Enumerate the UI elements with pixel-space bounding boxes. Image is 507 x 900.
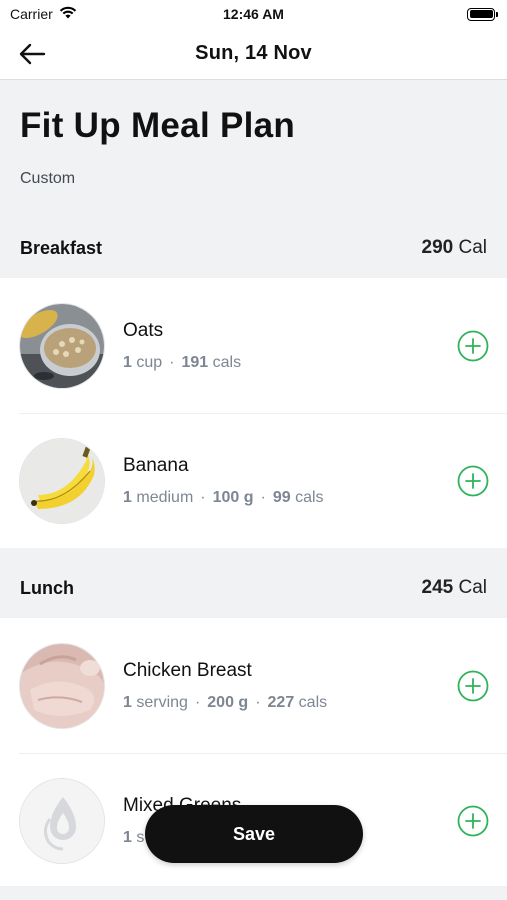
food-meta: 1 cup · 191 cals bbox=[123, 353, 242, 371]
food-qty: 1 bbox=[123, 353, 132, 371]
food-cals: 99 bbox=[272, 488, 291, 506]
section-title: Lunch bbox=[20, 577, 74, 598]
food-info: Banana 1 medium · 100 g · 99 cals bbox=[123, 455, 324, 507]
back-button[interactable] bbox=[16, 38, 48, 70]
food-info: Chicken Breast 1 serving · 200 g · 227 cals bbox=[123, 660, 327, 712]
food-cals: 191 bbox=[181, 353, 209, 371]
save-button[interactable]: Save bbox=[145, 805, 363, 863]
food-cals: 227 bbox=[267, 693, 295, 711]
section-header-lunch: Lunch 245 Cal bbox=[0, 558, 507, 618]
battery-icon bbox=[467, 7, 498, 21]
food-unit: medium bbox=[136, 488, 194, 506]
food-unit: s bbox=[136, 828, 145, 846]
food-cals-unit: cals bbox=[298, 693, 328, 711]
section-header-breakfast: Breakfast 290 Cal bbox=[0, 218, 507, 278]
plan-title: Fit Up Meal Plan bbox=[20, 106, 296, 145]
food-qty: 1 bbox=[123, 488, 132, 506]
food-info: Oats 1 cup · 191 cals bbox=[123, 320, 241, 372]
add-mixed-greens-button[interactable] bbox=[457, 805, 489, 837]
wifi-icon bbox=[59, 6, 77, 22]
food-qty: 1 bbox=[123, 828, 132, 846]
plan-header: Fit Up Meal Plan Custom bbox=[0, 80, 507, 220]
food-name: Oats bbox=[123, 319, 164, 341]
add-chicken-breast-button[interactable] bbox=[457, 670, 489, 702]
food-weight: 100 g bbox=[212, 488, 254, 506]
carrier-label: Carrier bbox=[10, 6, 53, 22]
food-unit: cup bbox=[136, 353, 163, 371]
chicken-image bbox=[19, 642, 105, 729]
add-oats-button[interactable] bbox=[457, 330, 489, 362]
food-meta: 1 medium · 100 g · 99 cals bbox=[123, 488, 324, 506]
plan-subtitle: Custom bbox=[20, 170, 76, 187]
food-qty: 1 bbox=[123, 693, 132, 711]
section-calories: 245 Cal bbox=[422, 577, 488, 599]
section-title: Breakfast bbox=[20, 237, 103, 258]
oats-image bbox=[19, 302, 105, 389]
status-bar: Carrier 12:46 AM bbox=[0, 0, 507, 28]
food-name: Banana bbox=[123, 454, 189, 476]
nav-bar: Sun, 14 Nov bbox=[0, 28, 507, 80]
section-calories: 290 Cal bbox=[422, 237, 488, 259]
section-cal-value: 245 bbox=[421, 577, 454, 598]
food-cals-unit: cals bbox=[212, 353, 242, 371]
food-meta: 1 serving · 200 g · 227 cals bbox=[123, 693, 328, 711]
food-cals-unit: cals bbox=[295, 488, 324, 506]
add-banana-button[interactable] bbox=[457, 465, 489, 497]
food-item-oats[interactable]: Oats 1 cup · 191 cals bbox=[0, 278, 507, 413]
food-item-chicken-breast[interactable]: Chicken Breast 1 serving · 200 g · 227 cals bbox=[0, 618, 507, 753]
food-item-banana[interactable]: Banana 1 medium · 100 g · 99 cals bbox=[0, 413, 507, 548]
status-left: Carrier bbox=[10, 6, 77, 22]
section-cal-unit: Cal bbox=[458, 237, 487, 258]
back-arrow-icon bbox=[19, 43, 46, 65]
section-cal-unit: Cal bbox=[458, 577, 487, 598]
nav-title: Sun, 14 Nov bbox=[195, 42, 312, 64]
food-unit: serving bbox=[136, 693, 188, 711]
food-weight: 200 g bbox=[207, 693, 249, 711]
food-name: Chicken Breast bbox=[123, 659, 252, 681]
banana-image bbox=[19, 437, 105, 524]
placeholder-food-icon bbox=[19, 777, 105, 864]
section-cal-value: 290 bbox=[421, 237, 454, 258]
breakfast-list: Oats 1 cup · 191 cals Banana 1 medium · 100 … bbox=[0, 278, 507, 548]
